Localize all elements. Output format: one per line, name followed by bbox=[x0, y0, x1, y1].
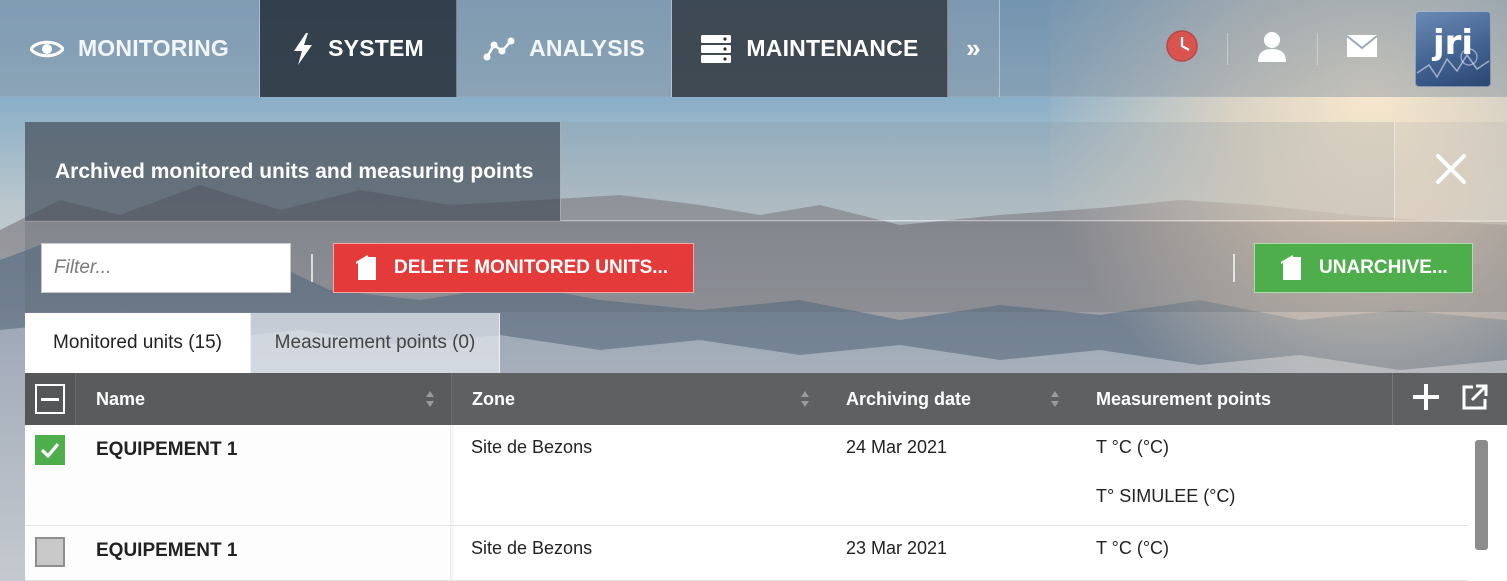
table-row[interactable]: EQUIPEMENT 1 Site de Bezons 23 Mar 2021 … bbox=[25, 526, 1475, 581]
user-icon bbox=[1256, 30, 1288, 67]
row-checkbox[interactable] bbox=[35, 537, 65, 567]
column-name-label: Name bbox=[96, 388, 146, 409]
lightning-icon bbox=[292, 32, 314, 65]
nav-maintenance[interactable]: MAINTENANCE bbox=[672, 0, 948, 97]
unarchive-button-label: UNARCHIVE... bbox=[1319, 257, 1448, 278]
column-mp-label: Measurement points bbox=[1096, 388, 1272, 409]
row-date: 23 Mar 2021 bbox=[846, 538, 948, 558]
panel-header-filler bbox=[561, 122, 1395, 220]
nav-monitoring-label: MONITORING bbox=[77, 35, 230, 61]
row-date: 24 Mar 2021 bbox=[846, 437, 948, 457]
column-header-zone[interactable]: Zone bbox=[451, 373, 826, 425]
export-button[interactable] bbox=[1461, 383, 1489, 416]
panel-title-text: Archived monitored units and measuring p… bbox=[55, 159, 534, 183]
unchecked-box-icon bbox=[35, 537, 65, 567]
user-button[interactable] bbox=[1227, 0, 1317, 97]
tab-label: Measurement points (0) bbox=[274, 332, 476, 353]
row-measurement-point: T °C (°C) bbox=[1096, 538, 1170, 558]
row-measurement-point: T °C (°C) bbox=[1096, 437, 1170, 457]
nav-system[interactable]: SYSTEM bbox=[260, 0, 457, 97]
row-measurement-point: T° SIMULEE (°C) bbox=[1096, 486, 1236, 506]
external-link-icon bbox=[1462, 384, 1488, 409]
toolbar-separator bbox=[311, 254, 313, 282]
column-zone-label: Zone bbox=[472, 388, 515, 409]
nav-analysis-label: ANALYSIS bbox=[529, 35, 645, 61]
scrollbar-thumb[interactable] bbox=[1475, 440, 1488, 550]
column-date-label: Archiving date bbox=[846, 388, 972, 409]
indeterminate-checkbox-icon bbox=[35, 384, 65, 414]
nav-analysis[interactable]: ANALYSIS bbox=[457, 0, 672, 97]
sort-icon bbox=[426, 391, 434, 407]
close-button[interactable] bbox=[1395, 122, 1507, 221]
table-row[interactable]: EQUIPEMENT 1 Site de Bezons 24 Mar 2021 … bbox=[25, 425, 1475, 526]
add-column-button[interactable] bbox=[1411, 382, 1441, 417]
messages-button[interactable] bbox=[1317, 0, 1407, 97]
nav-system-label: SYSTEM bbox=[328, 35, 424, 61]
analysis-nodes-icon bbox=[483, 37, 515, 61]
row-name: EQUIPEMENT 1 bbox=[96, 540, 238, 561]
eye-icon bbox=[29, 38, 64, 60]
archive-box-icon bbox=[356, 255, 378, 281]
nav-maintenance-label: MAINTENANCE bbox=[746, 35, 919, 61]
filter-input[interactable] bbox=[41, 243, 291, 293]
row-zone: Site de Bezons bbox=[471, 538, 593, 558]
panel-header: Archived monitored units and measuring p… bbox=[25, 122, 1507, 221]
column-header-name[interactable]: Name bbox=[76, 373, 451, 425]
double-chevron-right-icon: » bbox=[966, 33, 981, 63]
tab-monitored-units[interactable]: Monitored units (15) bbox=[25, 313, 250, 373]
column-header-measurement-points: Measurement points bbox=[1076, 373, 1392, 425]
history-button[interactable] bbox=[1137, 0, 1227, 97]
row-name: EQUIPEMENT 1 bbox=[96, 439, 238, 460]
tab-bar: Monitored units (15) Measurement points … bbox=[25, 313, 500, 373]
toolbar-separator bbox=[1233, 254, 1235, 282]
nav-monitoring[interactable]: MONITORING bbox=[0, 0, 260, 97]
logo-text: jri bbox=[1432, 22, 1474, 63]
top-navbar: MONITORING SYSTEM ANALYSIS MAINTENANCE » bbox=[0, 0, 1507, 97]
row-zone: Site de Bezons bbox=[471, 437, 593, 457]
archive-box-icon bbox=[1281, 255, 1303, 281]
panel-title: Archived monitored units and measuring p… bbox=[25, 122, 561, 221]
server-stack-icon bbox=[700, 34, 732, 64]
select-all-checkbox[interactable] bbox=[25, 373, 76, 425]
clock-icon bbox=[1165, 29, 1199, 68]
delete-button-label: DELETE MONITORED UNITS... bbox=[394, 257, 669, 278]
tab-measurement-points[interactable]: Measurement points (0) bbox=[250, 313, 500, 373]
table-header: Name Zone Archiving date Measurement poi… bbox=[25, 373, 1507, 425]
delete-monitored-units-button[interactable]: DELETE MONITORED UNITS... bbox=[333, 243, 694, 293]
tab-label: Monitored units (15) bbox=[53, 332, 222, 353]
unarchive-button[interactable]: UNARCHIVE... bbox=[1254, 243, 1473, 293]
plus-icon bbox=[1413, 383, 1439, 410]
sort-icon bbox=[1051, 391, 1059, 407]
toolbar: DELETE MONITORED UNITS... UNARCHIVE... bbox=[25, 222, 1507, 312]
mail-icon bbox=[1346, 34, 1378, 63]
nav-right-tools: jri bbox=[1137, 0, 1507, 97]
close-icon bbox=[1435, 153, 1467, 190]
column-header-archiving-date[interactable]: Archiving date bbox=[826, 373, 1076, 425]
table-actions bbox=[1392, 373, 1507, 425]
nav-more-button[interactable]: » bbox=[948, 0, 1000, 97]
checkmark-icon bbox=[35, 435, 65, 465]
table-body: EQUIPEMENT 1 Site de Bezons 24 Mar 2021 … bbox=[25, 425, 1507, 581]
jri-logo[interactable]: jri bbox=[1415, 10, 1491, 87]
row-checkbox[interactable] bbox=[35, 435, 65, 465]
sort-icon bbox=[801, 391, 809, 407]
